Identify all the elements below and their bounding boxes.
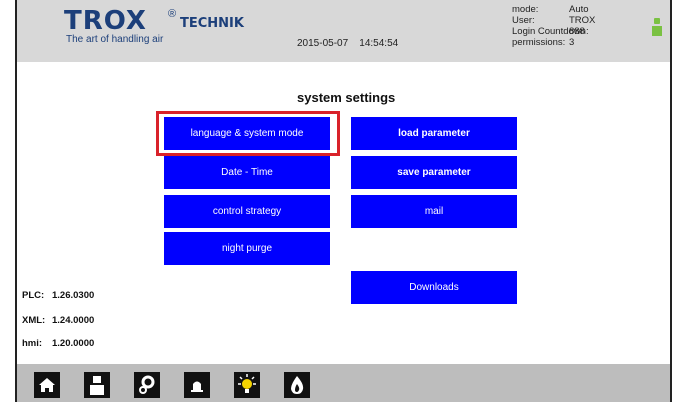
- user-icon[interactable]: [84, 372, 110, 398]
- date-time-display: 2015-05-07 14:54:54: [297, 38, 398, 49]
- date-text: 2015-05-07: [297, 38, 349, 49]
- home-icon[interactable]: [34, 372, 60, 398]
- logo-trox: TROX: [64, 6, 147, 36]
- fire-icon[interactable]: [284, 372, 310, 398]
- selection-highlight: [156, 111, 340, 156]
- user-status-icon[interactable]: [652, 18, 662, 36]
- version-plc: PLC: 1.26.0300: [22, 290, 95, 301]
- night-purge-button[interactable]: night purge: [164, 232, 330, 265]
- page-title: system settings: [297, 90, 396, 105]
- status-mode: mode: Auto: [512, 4, 589, 15]
- logo-technik: TECHNIK: [180, 16, 244, 31]
- status-permissions: permissions: 3: [512, 37, 575, 48]
- logo-registered: ®: [168, 8, 177, 20]
- status-user: User: TROX: [512, 15, 596, 26]
- bell-icon[interactable]: [184, 372, 210, 398]
- control-strategy-button[interactable]: control strategy: [164, 195, 330, 228]
- status-login-countdown: Login Countdown: 888: [512, 26, 589, 37]
- logo-tagline: The art of handling air: [66, 34, 164, 45]
- save-parameter-button[interactable]: save parameter: [351, 156, 517, 189]
- load-parameter-button[interactable]: load parameter: [351, 117, 517, 150]
- settings-icon[interactable]: [134, 372, 160, 398]
- date-time-button[interactable]: Date - Time: [164, 156, 330, 189]
- status-info: mode: Auto User: TROX Login Countdown: 888 …: [512, 4, 622, 48]
- version-xml: XML: 1.24.0000: [22, 315, 95, 326]
- version-hmi: hmi: 1.20.0000: [22, 338, 95, 349]
- mail-button[interactable]: mail: [351, 195, 517, 228]
- time-text: 14:54:54: [359, 38, 399, 49]
- lightbulb-icon[interactable]: [234, 372, 260, 398]
- downloads-button[interactable]: Downloads: [351, 271, 517, 304]
- footer-nav: [17, 364, 670, 402]
